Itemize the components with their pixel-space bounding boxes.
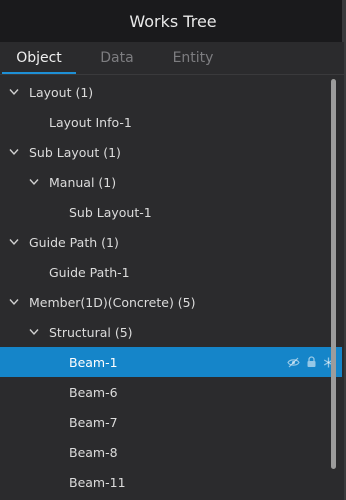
lock-icon[interactable]	[306, 356, 317, 368]
tree-row[interactable]: Layout Info-1	[0, 107, 342, 137]
chevron-down-icon[interactable]	[9, 237, 19, 247]
scrollbar-thumb[interactable]	[331, 79, 336, 469]
tree-row[interactable]: Sub Layout (1)	[0, 137, 342, 167]
tree-row[interactable]: Beam-11	[0, 467, 342, 497]
tree-row[interactable]: Guide Path-1	[0, 257, 342, 287]
tree-row-label: Member(1D)(Concrete) (5)	[29, 294, 196, 310]
window-title: Works Tree	[129, 11, 217, 31]
tab-bar: Object Data Entity	[0, 42, 346, 75]
tree-row[interactable]: Beam-1	[0, 347, 342, 377]
tree-row[interactable]: Beam-8	[0, 437, 342, 467]
tree-row-label: Layout (1)	[29, 84, 94, 100]
chevron-down-icon[interactable]	[9, 297, 19, 307]
chevron-down-icon[interactable]	[29, 327, 39, 337]
tree-row-label: Layout Info-1	[49, 114, 132, 130]
works-tree: Layout (1) Layout Info-1 Sub Layout (1) Man…	[0, 77, 346, 500]
tree-row-label: Manual (1)	[49, 174, 117, 190]
chevron-down-icon[interactable]	[29, 177, 39, 187]
tree-row[interactable]: Guide Path (1)	[0, 227, 342, 257]
active-tab-indicator	[2, 72, 76, 74]
tree-row-label: Guide Path (1)	[29, 234, 119, 250]
tree-row-label: Beam-8	[69, 444, 118, 460]
titlebar-edge	[342, 0, 346, 42]
chevron-down-icon[interactable]	[9, 147, 19, 157]
tab-entity[interactable]: Entity	[156, 42, 230, 74]
row-action-icons	[287, 347, 334, 377]
window-titlebar: Works Tree	[0, 0, 346, 42]
tree-row[interactable]: Sub Layout-1	[0, 197, 342, 227]
chevron-down-icon[interactable]	[9, 87, 19, 97]
tree-row[interactable]: Beam-7	[0, 407, 342, 437]
tree-row-label: Sub Layout (1)	[29, 144, 121, 160]
tab-object[interactable]: Object	[2, 42, 76, 74]
tab-data[interactable]: Data	[80, 42, 154, 74]
tree-row[interactable]: Structural (5)	[0, 317, 342, 347]
tree-row[interactable]: Member(1D)(Concrete) (5)	[0, 287, 342, 317]
tree-row-label: Beam-6	[69, 384, 118, 400]
tree-row-label: Beam-7	[69, 414, 118, 430]
tree-row[interactable]: Beam-6	[0, 377, 342, 407]
tree-row[interactable]: Manual (1)	[0, 167, 342, 197]
tree-row-label: Beam-1	[69, 354, 118, 370]
tree-row-label: Sub Layout-1	[69, 204, 152, 220]
visibility-off-icon[interactable]	[287, 357, 300, 368]
tree-row-label: Guide Path-1	[49, 264, 130, 280]
tree-row-label: Structural (5)	[49, 324, 133, 340]
tree-row-label: Beam-11	[69, 474, 126, 490]
tree-row[interactable]: Layout (1)	[0, 77, 342, 107]
